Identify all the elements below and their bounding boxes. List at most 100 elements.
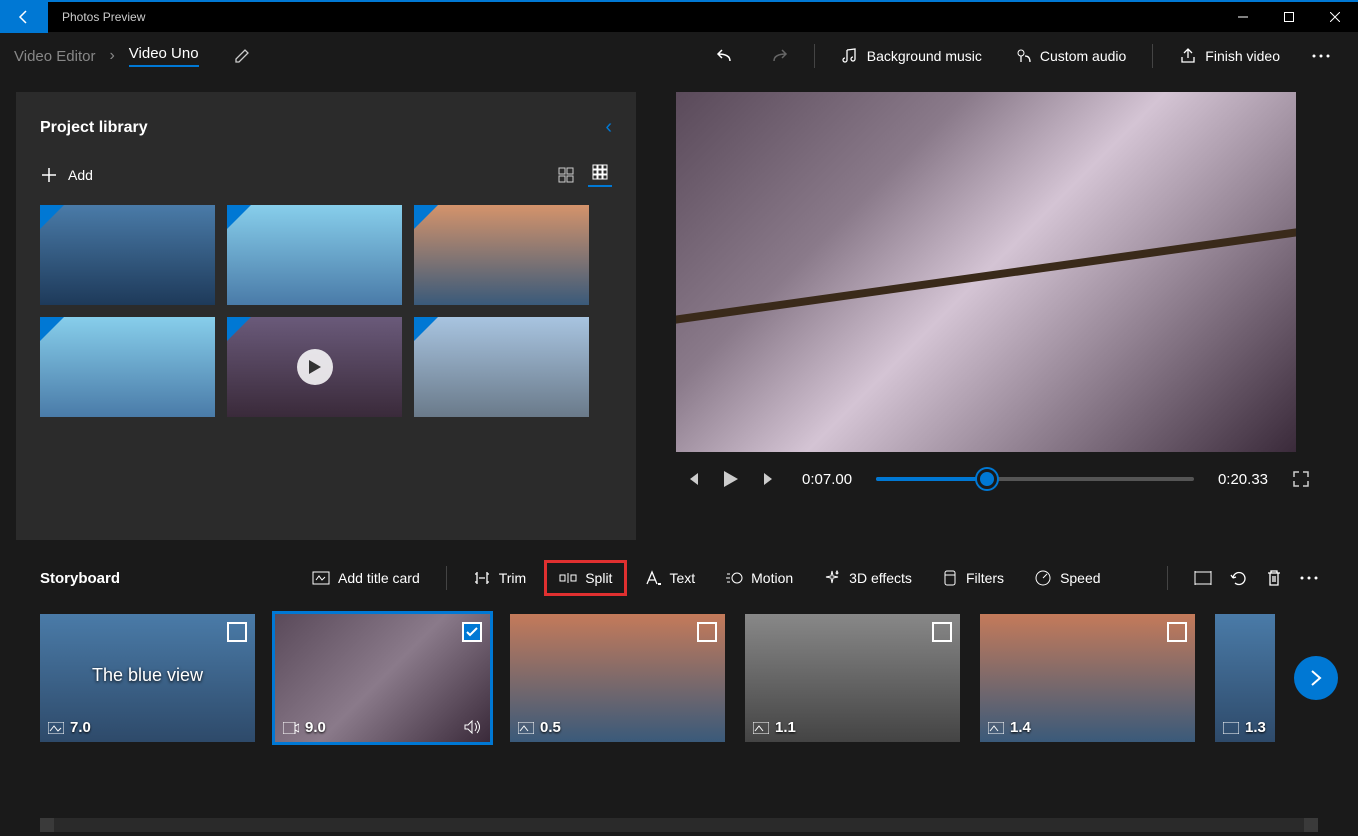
library-thumb[interactable] — [414, 205, 589, 305]
speed-icon — [1034, 569, 1052, 587]
export-icon — [1179, 47, 1197, 65]
custom-audio-button[interactable]: Custom audio — [1000, 39, 1140, 73]
more-button[interactable] — [1300, 576, 1318, 580]
split-button[interactable]: Split — [544, 560, 627, 596]
library-thumb[interactable] — [414, 317, 589, 417]
clip-checkbox[interactable] — [932, 622, 952, 642]
custom-audio-label: Custom audio — [1040, 48, 1126, 64]
back-button[interactable] — [0, 1, 48, 33]
play-overlay-icon — [297, 349, 333, 385]
fullscreen-button[interactable] — [1292, 470, 1310, 488]
preview-panel: 0:07.00 0:20.33 — [636, 80, 1358, 540]
more-button[interactable] — [1298, 46, 1344, 66]
resize-button[interactable] — [1194, 571, 1212, 585]
chevron-right-icon: › — [109, 47, 114, 65]
collapse-icon[interactable]: ‹ — [605, 116, 612, 139]
scroll-right-button[interactable] — [1294, 656, 1338, 700]
plus-icon — [40, 166, 58, 184]
library-thumb[interactable] — [227, 205, 402, 305]
current-time: 0:07.00 — [802, 471, 852, 488]
clip-duration: 1.1 — [775, 719, 796, 736]
filters-button[interactable]: Filters — [930, 562, 1016, 594]
divider — [814, 44, 815, 68]
clip-duration: 1.4 — [1010, 719, 1031, 736]
clip[interactable]: 9.0 — [275, 614, 490, 742]
library-thumb[interactable] — [40, 317, 215, 417]
image-icon — [1223, 722, 1239, 734]
play-button[interactable] — [724, 471, 738, 487]
rotate-button[interactable] — [1230, 569, 1248, 587]
filter-icon — [942, 569, 958, 587]
clip[interactable]: 1.1 — [745, 614, 960, 742]
library-thumb[interactable] — [227, 317, 402, 417]
clip-duration: 0.5 — [540, 719, 561, 736]
delete-button[interactable] — [1266, 569, 1282, 587]
clip-duration: 7.0 — [70, 719, 91, 736]
app-title: Photos Preview — [48, 10, 145, 24]
storyboard-panel: Storyboard Add title card Trim Split Tex… — [0, 540, 1358, 762]
edit-icon[interactable] — [233, 47, 251, 65]
card-icon — [312, 571, 330, 585]
clip-title: The blue view — [40, 665, 255, 686]
music-icon — [841, 47, 859, 65]
horizontal-scrollbar[interactable] — [40, 818, 1318, 832]
add-button[interactable]: Add — [40, 166, 93, 184]
add-title-card-button[interactable]: Add title card — [300, 563, 432, 593]
total-time: 0:20.33 — [1218, 471, 1268, 488]
seek-bar[interactable] — [876, 477, 1194, 481]
sparkle-icon — [823, 569, 841, 587]
library-thumb[interactable] — [40, 205, 215, 305]
image-icon — [753, 722, 769, 734]
clip-checkbox[interactable] — [1167, 622, 1187, 642]
text-button[interactable]: Text — [633, 563, 707, 593]
finish-video-label: Finish video — [1205, 48, 1280, 64]
clip-checkbox[interactable] — [462, 622, 482, 642]
motion-button[interactable]: Motion — [713, 563, 805, 593]
finish-video-button[interactable]: Finish video — [1165, 39, 1294, 73]
storyboard-title: Storyboard — [40, 570, 120, 587]
minimize-button[interactable] — [1220, 1, 1266, 33]
background-music-button[interactable]: Background music — [827, 39, 996, 73]
grid-large-button[interactable] — [554, 163, 578, 187]
audio-icon — [1014, 47, 1032, 65]
header: Video Editor › Video Uno Background musi… — [0, 32, 1358, 80]
clip-duration: 9.0 — [305, 719, 326, 736]
video-icon — [283, 722, 299, 734]
project-library-panel: Project library ‹ Add — [16, 92, 636, 540]
preview-image[interactable] — [676, 92, 1296, 452]
3d-effects-button[interactable]: 3D effects — [811, 562, 924, 594]
prev-frame-button[interactable] — [684, 471, 700, 487]
divider — [446, 566, 447, 590]
clip[interactable]: 1.3 — [1215, 614, 1275, 742]
titlebar: Photos Preview — [0, 0, 1358, 32]
grid-small-button[interactable] — [588, 163, 612, 187]
clip-checkbox[interactable] — [227, 622, 247, 642]
clip-checkbox[interactable] — [697, 622, 717, 642]
clip-duration: 1.3 — [1245, 719, 1266, 736]
breadcrumb: Video Editor › Video Uno — [14, 45, 251, 67]
image-icon — [518, 722, 534, 734]
clip[interactable]: The blue view 7.0 — [40, 614, 255, 742]
clip[interactable]: 1.4 — [980, 614, 1195, 742]
next-frame-button[interactable] — [762, 471, 778, 487]
divider — [1152, 44, 1153, 68]
trim-button[interactable]: Trim — [461, 563, 538, 593]
add-label: Add — [68, 167, 93, 183]
close-button[interactable] — [1312, 1, 1358, 33]
sound-icon — [464, 720, 482, 734]
breadcrumb-root[interactable]: Video Editor — [14, 48, 95, 65]
split-icon — [559, 571, 577, 585]
background-music-label: Background music — [867, 48, 982, 64]
divider — [1167, 566, 1168, 590]
redo-button[interactable] — [754, 38, 802, 74]
undo-button[interactable] — [702, 38, 750, 74]
speed-button[interactable]: Speed — [1022, 562, 1112, 594]
image-icon — [988, 722, 1004, 734]
library-title: Project library — [40, 119, 148, 137]
breadcrumb-current[interactable]: Video Uno — [129, 45, 199, 67]
maximize-button[interactable] — [1266, 1, 1312, 33]
clip[interactable]: 0.5 — [510, 614, 725, 742]
trim-icon — [473, 570, 491, 586]
seek-thumb[interactable] — [977, 469, 997, 489]
image-icon — [48, 722, 64, 734]
